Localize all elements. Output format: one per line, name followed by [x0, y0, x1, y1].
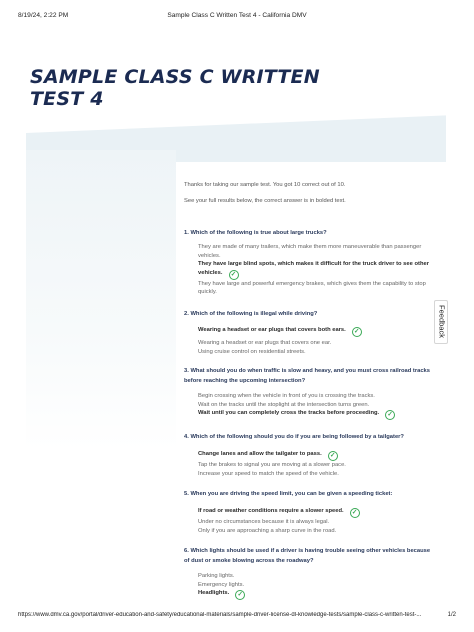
feedback-label[interactable]: Feedback: [438, 303, 447, 341]
question-2-options: Wearing a headset or ear plugs that cove…: [198, 326, 438, 356]
question-1-options: They are made of many trailers, which ma…: [198, 243, 438, 297]
background-fade: [26, 150, 176, 450]
answer-option: Under no circumstances because it is alw…: [198, 519, 330, 525]
question-6: 6. Which lights should be used if a driv…: [184, 548, 431, 564]
results-note: See your full results below, the correct…: [184, 198, 346, 204]
answer-text: Change lanes and allow the tailgater to …: [198, 451, 322, 457]
answer-option: Emergency lights.: [198, 581, 245, 588]
question-2: 2. Which of the following is illegal whi…: [184, 311, 318, 317]
question-1: 1. Which of the following is true about …: [184, 230, 327, 236]
correct-answer-option: They have large blind spots, which makes…: [198, 260, 438, 280]
answer-text: Wait until you can completely cross the …: [198, 410, 380, 417]
answer-option: They are made of many trailers, which ma…: [198, 244, 422, 259]
answer-text: Headlights.: [198, 590, 230, 597]
question-4: 4. Which of the following should you do …: [184, 434, 404, 440]
print-header: 8/19/24, 2:22 PM Sample Class C Written …: [18, 12, 456, 22]
question-4-options: Change lanes and allow the tailgater to …: [198, 450, 438, 478]
answer-text: Wearing a headset or ear plugs that cove…: [198, 327, 346, 333]
answer-text: If road or weather conditions require a …: [198, 508, 344, 514]
page-url: https://www.dmv.ca.gov/portal/driver-edu…: [18, 612, 422, 618]
check-circle-icon: ✓: [385, 410, 396, 421]
correct-answer-option: Change lanes and allow the tailgater to …: [198, 450, 438, 461]
check-circle-icon: ✓: [327, 451, 338, 461]
question-3-options: Begin crossing when the vehicle in front…: [198, 392, 438, 421]
question-3: 3. What should you do when traffic is sl…: [184, 368, 430, 384]
check-circle-icon: ✓: [235, 590, 246, 601]
check-circle-icon: ✓: [349, 508, 360, 518]
question-5: 5. When you are driving the speed limit,…: [184, 491, 393, 497]
correct-answer-option: Wait until you can completely cross the …: [198, 409, 438, 421]
answer-option: Only if you are approaching a sharp curv…: [198, 527, 337, 534]
check-circle-icon: ✓: [351, 327, 362, 337]
correct-answer-option: Headlights. ✓: [198, 589, 438, 601]
feedback-tab[interactable]: Feedback: [434, 300, 448, 344]
answer-option: Increase your speed to match the speed o…: [198, 470, 339, 477]
question-6-options: Parking lights. Emergency lights. Headli…: [198, 572, 438, 601]
check-circle-icon: ✓: [228, 269, 239, 280]
answer-option: Parking lights.: [198, 573, 235, 579]
page-number: 1/2: [447, 612, 456, 618]
correct-answer-option: If road or weather conditions require a …: [198, 507, 438, 518]
answer-option: Wearing a headset or ear plugs that cove…: [198, 340, 332, 346]
page-title: SAMPLE CLASS C WRITTEN TEST 4: [30, 66, 320, 110]
answer-option: Using cruise control on residential stre…: [198, 348, 306, 355]
correct-answer-option: Wearing a headset or ear plugs that cove…: [198, 326, 438, 337]
score-line: Thanks for taking our sample test. You g…: [184, 182, 346, 188]
answer-option: Begin crossing when the vehicle in front…: [198, 393, 375, 399]
answer-option: Tap the brakes to signal you are moving …: [198, 462, 346, 468]
question-5-options: If road or weather conditions require a …: [198, 507, 438, 535]
print-doc-title: Sample Class C Written Test 4 - Californ…: [167, 12, 307, 19]
answer-option: Wait on the tracks until the stoplight a…: [198, 401, 370, 408]
answer-option: They have large and powerful emergency b…: [198, 280, 426, 296]
